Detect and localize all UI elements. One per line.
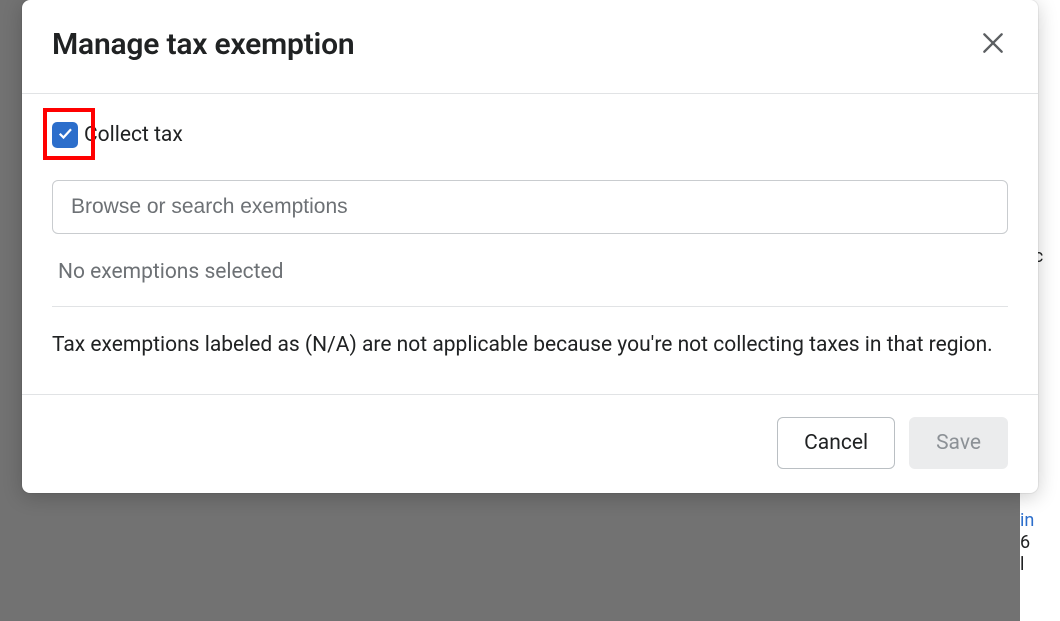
modal-footer: Cancel Save — [22, 394, 1038, 493]
exemptions-empty-state: No exemptions selected — [52, 234, 1008, 307]
tax-exemption-modal: Manage tax exemption Collect tax — [22, 0, 1038, 493]
exemption-search-input[interactable] — [52, 180, 1008, 234]
modal-body: Collect tax No exemptions selected Tax e… — [22, 94, 1038, 394]
exemption-help-text: Tax exemptions labeled as (N/A) are not … — [52, 307, 1008, 386]
save-button[interactable]: Save — [909, 417, 1008, 469]
bg-text: l — [1020, 554, 1024, 575]
modal-header: Manage tax exemption — [22, 0, 1038, 94]
close-button[interactable] — [976, 26, 1010, 63]
close-icon — [980, 30, 1006, 59]
collect-tax-row: Collect tax — [52, 122, 1008, 148]
collect-tax-checkbox[interactable] — [52, 122, 78, 148]
cancel-button[interactable]: Cancel — [777, 417, 895, 469]
check-icon — [56, 124, 74, 146]
modal-title: Manage tax exemption — [52, 27, 354, 62]
collect-tax-label[interactable]: Collect tax — [84, 123, 183, 147]
bg-text: in — [1020, 510, 1034, 531]
bg-text: 6 — [1020, 532, 1030, 553]
